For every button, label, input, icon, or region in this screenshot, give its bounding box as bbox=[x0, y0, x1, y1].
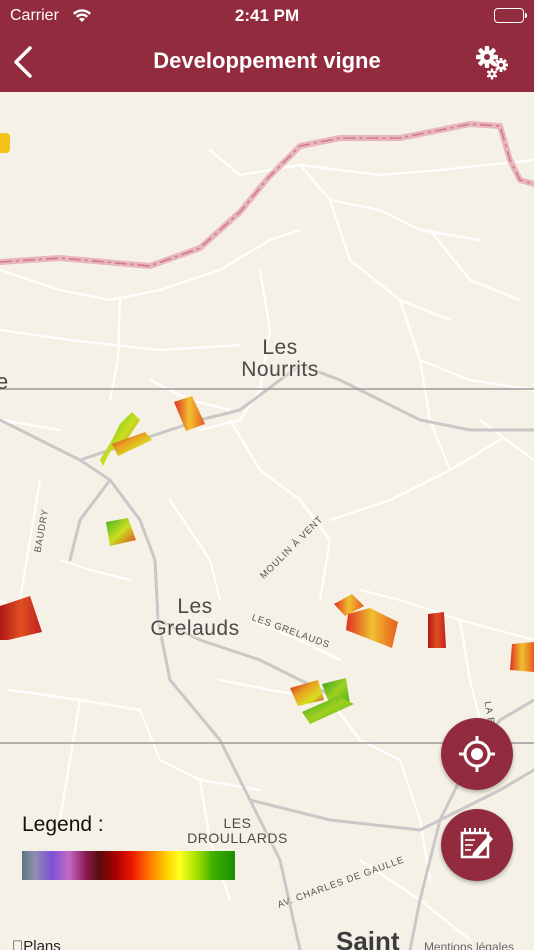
place-label-droullards: LES DROULLARDS bbox=[187, 815, 288, 846]
gears-icon bbox=[476, 46, 508, 80]
place-label-grelauds: Les Grelauds bbox=[150, 595, 240, 641]
map-attribution: Plans bbox=[12, 938, 61, 950]
notepad-pencil-icon bbox=[460, 828, 493, 859]
page-title: Developpement vigne bbox=[153, 48, 381, 73]
edit-notes-button[interactable] bbox=[441, 809, 513, 881]
locate-button[interactable] bbox=[441, 718, 513, 790]
route-shield-badge bbox=[0, 133, 10, 153]
vineyard-parcels bbox=[0, 396, 534, 724]
settings-button[interactable] bbox=[472, 42, 512, 82]
place-label-nourrits: Les Nourrits bbox=[241, 336, 319, 382]
apple-logo-icon:  bbox=[12, 938, 23, 950]
legal-mentions-link[interactable]: Mentions légales bbox=[424, 940, 514, 950]
crosshair-icon bbox=[459, 736, 495, 772]
legend-color-scale bbox=[22, 851, 235, 880]
place-label-saint: Saint bbox=[336, 926, 400, 950]
navigation-bar: Developpement vigne bbox=[0, 32, 534, 92]
status-bar: Carrier 2:41 PM bbox=[0, 0, 534, 32]
clock: 2:41 PM bbox=[234, 6, 300, 25]
battery-icon bbox=[494, 8, 527, 23]
place-label-left-edge: e bbox=[0, 369, 9, 394]
legend-title: Legend : bbox=[22, 813, 104, 836]
